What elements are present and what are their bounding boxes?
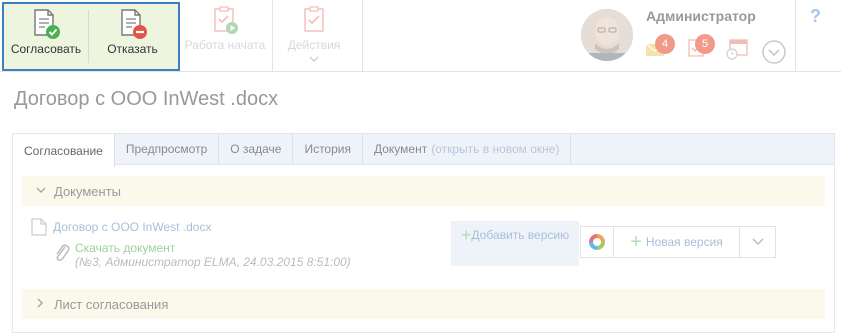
user-menu-chevron-icon[interactable] (761, 39, 786, 64)
approval-sheet-section-title: Лист согласования (54, 296, 169, 312)
plus-icon: + (460, 225, 472, 245)
toolbar-divider (795, 0, 796, 72)
paperclip-icon (53, 243, 71, 266)
mail-count-badge: 4 (655, 34, 675, 54)
approve-button[interactable]: Согласовать (4, 4, 88, 69)
document-file-icon (31, 218, 47, 239)
actions-button[interactable]: Действия (281, 0, 347, 71)
chevron-down-icon (751, 238, 764, 246)
download-document-link[interactable]: Скачать документ (75, 241, 175, 255)
tab-preview[interactable]: Предпросмотр (115, 134, 220, 164)
new-version-button[interactable]: + Новая версия (614, 227, 740, 257)
avatar[interactable] (581, 9, 633, 61)
clipboard-check-icon (299, 5, 329, 35)
toolbar: Согласовать Отказать Работа начата Дейст… (0, 0, 841, 72)
tab-document-label: Документ (373, 142, 428, 156)
chevron-down-icon (36, 185, 48, 197)
add-version-label: Добавить версию (471, 228, 570, 242)
new-version-dropdown-button[interactable] (740, 227, 775, 257)
approve-label: Согласовать (10, 42, 82, 56)
new-version-button-group: + Новая версия (580, 226, 776, 258)
plus-icon: + (630, 230, 642, 253)
tab-approval[interactable]: Согласование (13, 134, 115, 167)
user-name[interactable]: Администратор (646, 8, 756, 24)
reject-button[interactable]: Отказать (89, 4, 176, 69)
actions-label: Действия (287, 38, 341, 52)
office-colorful-icon (589, 234, 605, 250)
chevron-down-icon (309, 56, 319, 62)
tab-document[interactable]: Документ (открыть в новом окне) (363, 134, 572, 164)
document-reject-icon (118, 9, 148, 39)
office-edit-button[interactable] (581, 227, 614, 257)
chevron-right-icon (36, 297, 48, 311)
open-in-new-window-link[interactable]: (открыть в новом окне) (431, 142, 559, 156)
tab-bar: Согласование Предпросмотр О задаче Истор… (12, 133, 835, 167)
toolbar-divider (272, 0, 273, 72)
tab-history[interactable]: История (293, 134, 363, 164)
tasks-count-badge: 5 (695, 34, 715, 54)
page-title: Договор с ООО InWest .docx (14, 88, 279, 110)
clipboard-play-icon (210, 5, 240, 35)
add-version-button[interactable]: +Добавить версию (451, 221, 579, 266)
work-started-button[interactable]: Работа начата (185, 0, 265, 71)
documents-section-header[interactable]: Документы (22, 176, 825, 206)
new-version-label: Новая версия (645, 235, 723, 249)
reject-label: Отказать (107, 42, 158, 56)
approval-actions-group: Согласовать Отказать (2, 2, 180, 71)
work-started-label: Работа начата (184, 38, 266, 52)
toolbar-divider (362, 0, 363, 72)
document-version-meta: (№3, Администратор ELMA, 24.03.2015 8:51… (75, 255, 351, 269)
help-button[interactable]: ? (810, 6, 821, 27)
approval-sheet-section-header[interactable]: Лист согласования (22, 289, 825, 319)
calendar-icon[interactable] (725, 36, 749, 60)
document-approve-icon (31, 9, 61, 39)
document-name-link[interactable]: Договор с ООО InWest .docx (53, 220, 211, 234)
documents-section-title: Документы (54, 183, 122, 199)
tab-about-task[interactable]: О задаче (219, 134, 294, 164)
